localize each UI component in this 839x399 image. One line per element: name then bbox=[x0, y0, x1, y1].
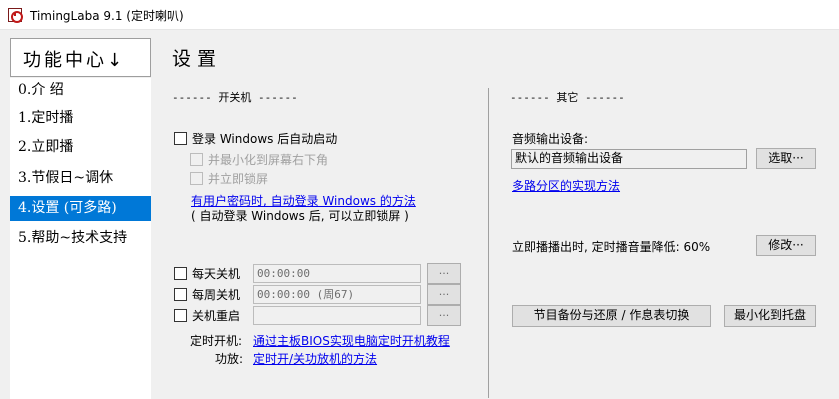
daily-shutdown-edit-button[interactable]: ··· bbox=[427, 263, 461, 284]
multi-zone-link[interactable]: 多路分区的实现方法 bbox=[512, 177, 620, 194]
audio-device-label: 音频输出设备: bbox=[512, 132, 589, 146]
restart-time-field[interactable] bbox=[253, 306, 421, 325]
sidebar-item-holidays[interactable]: 3.节假日~调休 bbox=[10, 166, 151, 191]
restart-checkbox[interactable] bbox=[174, 309, 187, 322]
select-device-button[interactable]: 选取··· bbox=[756, 148, 816, 169]
timed-boot-label: 定时开机: bbox=[190, 334, 243, 348]
column-divider bbox=[488, 88, 489, 398]
page-title: 设置 bbox=[172, 48, 223, 70]
restart-edit-button[interactable]: ··· bbox=[427, 305, 461, 326]
sidebar-item-help[interactable]: 5.帮助~技术支持 bbox=[10, 226, 151, 251]
modify-volume-button[interactable]: 修改··· bbox=[756, 235, 816, 256]
daily-shutdown-checkbox[interactable] bbox=[174, 267, 187, 280]
sidebar-header-label: 功能中心↓ bbox=[23, 50, 126, 71]
sidebar-header[interactable]: 功能中心↓ bbox=[10, 38, 151, 77]
window-title: TimingLaba 9.1 (定时喇叭) bbox=[30, 9, 184, 23]
other-section-label: ------ 其它 ------ bbox=[510, 91, 625, 104]
sidebar-item-instant-play[interactable]: 2.立即播 bbox=[10, 135, 151, 160]
amp-label: 功放: bbox=[215, 352, 244, 366]
daily-shutdown-label: 每天关机 bbox=[192, 267, 241, 281]
amp-link[interactable]: 定时开/关功放机的方法 bbox=[253, 350, 377, 367]
lock-screen-label: 并立即锁屏 bbox=[208, 172, 269, 186]
minimize-checkbox[interactable] bbox=[190, 153, 203, 166]
app-clock-icon bbox=[8, 8, 23, 23]
title-bar: TimingLaba 9.1 (定时喇叭) bbox=[0, 0, 839, 30]
autologin-note: ( 自动登录 Windows 后, 可以立即锁屏 ) bbox=[191, 209, 409, 223]
sidebar-nav: 0.介 绍 1.定时播 2.立即播 3.节假日~调休 4.设置 (可多路) 5.… bbox=[10, 78, 151, 399]
audio-device-field[interactable]: 默认的音频输出设备 bbox=[511, 149, 747, 169]
minimize-label: 并最小化到屏幕右下角 bbox=[208, 153, 329, 167]
autostart-label: 登录 Windows 后自动启动 bbox=[192, 132, 338, 146]
restart-label: 关机重启 bbox=[192, 309, 241, 323]
volume-reduce-text: 立即播播出时, 定时播音量降低: 60% bbox=[512, 240, 711, 254]
daily-shutdown-time-field[interactable]: 00:00:00 bbox=[253, 264, 421, 283]
sidebar-item-settings[interactable]: 4.设置 (可多路) bbox=[10, 196, 151, 221]
autostart-checkbox[interactable] bbox=[174, 132, 187, 145]
minimize-to-tray-button[interactable]: 最小化到托盘 bbox=[724, 305, 816, 327]
weekly-shutdown-label: 每周关机 bbox=[192, 288, 241, 302]
backup-restore-button[interactable]: 节目备份与还原 / 作息表切换 bbox=[512, 305, 711, 327]
sidebar-item-scheduled-play[interactable]: 1.定时播 bbox=[10, 106, 151, 131]
power-section-label: ------ 开关机 ------ bbox=[172, 91, 298, 104]
weekly-shutdown-checkbox[interactable] bbox=[174, 288, 187, 301]
timed-boot-link[interactable]: 通过主板BIOS实现电脑定时开机教程 bbox=[253, 332, 450, 349]
weekly-shutdown-edit-button[interactable]: ··· bbox=[427, 284, 461, 305]
sidebar-item-intro[interactable]: 0.介 绍 bbox=[10, 78, 151, 103]
lock-screen-checkbox[interactable] bbox=[190, 172, 203, 185]
weekly-shutdown-time-field[interactable]: 00:00:00 (周67) bbox=[253, 285, 421, 304]
